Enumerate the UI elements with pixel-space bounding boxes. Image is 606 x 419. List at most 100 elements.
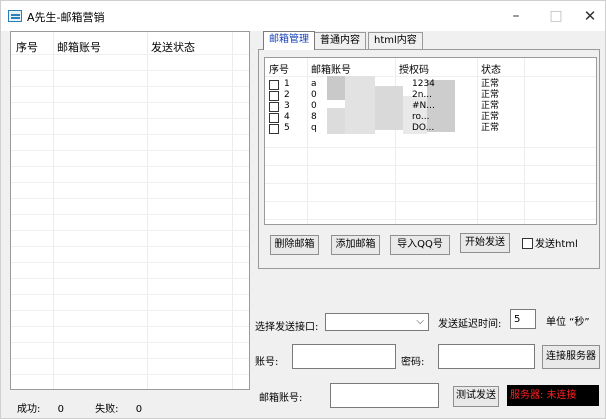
send-interface-select[interactable]: ⌵ xyxy=(325,313,429,331)
grid-row-line xyxy=(11,374,249,375)
server-status-label: 服务器: 未连接 xyxy=(507,385,599,406)
grid-row-line xyxy=(11,86,249,87)
row-auth-code: DO... xyxy=(412,123,435,133)
grid-row-line xyxy=(11,246,249,247)
connect-server-button[interactable]: 连接服务器 xyxy=(542,345,600,369)
row-status: 正常 xyxy=(481,123,500,133)
grid-row-line xyxy=(11,102,249,103)
row-index: 2 xyxy=(284,90,290,100)
grid-row-line xyxy=(11,214,249,215)
grid-row-line xyxy=(11,166,249,167)
grid-row-line xyxy=(11,230,249,231)
fail-value: 0 xyxy=(135,404,143,415)
tab-html-content[interactable]: html内容 xyxy=(368,32,423,50)
row-index: 5 xyxy=(284,123,290,133)
close-button[interactable]: ✕ xyxy=(573,5,605,27)
email-account-table[interactable]: 序号 邮箱账号 授权码 状态 1 a 1234 正常 2 0 2n... 正常 … xyxy=(264,57,597,225)
grid-row-line xyxy=(11,118,249,119)
grid-row-line xyxy=(11,262,249,263)
send-delay-input[interactable]: 5 xyxy=(510,309,536,329)
table-header-account[interactable]: 邮箱账号 xyxy=(311,61,351,76)
grid-row-line xyxy=(11,294,249,295)
grid-row-line xyxy=(11,326,249,327)
table-row[interactable]: 2 0 2n... 正常 xyxy=(265,90,596,101)
row-checkbox[interactable] xyxy=(269,91,279,101)
grid-row-line xyxy=(11,182,249,183)
password-input[interactable] xyxy=(438,344,535,369)
add-email-button[interactable]: 添加邮箱 xyxy=(331,235,380,255)
fail-count: 失败: 0 xyxy=(95,404,156,415)
table-row[interactable]: 3 0 #N... 正常 xyxy=(265,101,596,112)
grid-row-line xyxy=(265,201,596,202)
grid-row-line xyxy=(11,310,249,311)
send-html-label: 发送html xyxy=(535,239,578,250)
grid-row-line xyxy=(11,358,249,359)
table-row[interactable]: 4 8 ro... 正常 xyxy=(265,112,596,123)
send-html-checkbox[interactable]: 发送html xyxy=(522,238,578,251)
row-checkbox[interactable] xyxy=(269,113,279,123)
row-auth-code: #N... xyxy=(412,101,435,111)
import-qq-button[interactable]: 导入QQ号 xyxy=(390,235,450,255)
send-delay-label: 发送延迟时间: xyxy=(438,319,502,330)
row-index: 1 xyxy=(284,79,290,89)
maximize-button[interactable]: □ xyxy=(539,5,573,27)
password-label: 密码: xyxy=(401,357,425,368)
delete-email-button[interactable]: 删除邮箱 xyxy=(270,235,319,255)
window-title: A先生-邮箱营销 xyxy=(27,11,105,24)
table-header-index[interactable]: 序号 xyxy=(269,61,289,76)
grid-row-line xyxy=(11,70,249,71)
start-send-button[interactable]: 开始发送 xyxy=(460,233,510,253)
grid-row-line xyxy=(11,134,249,135)
column-header-index[interactable]: 序号 xyxy=(16,39,38,55)
row-checkbox[interactable] xyxy=(269,124,279,134)
row-status: 正常 xyxy=(481,90,500,100)
tab-mailbox-management[interactable]: 邮箱管理 xyxy=(263,31,315,50)
row-auth-code: 1234 xyxy=(412,79,435,89)
row-status: 正常 xyxy=(481,112,500,122)
row-status: 正常 xyxy=(481,101,500,111)
minimize-button[interactable]: – xyxy=(499,5,533,27)
account-input[interactable] xyxy=(292,344,396,369)
row-auth-code: 2n... xyxy=(412,90,433,100)
test-send-button[interactable]: 测试发送 xyxy=(453,386,499,407)
checkbox-box[interactable] xyxy=(522,238,533,249)
grid-row-line xyxy=(11,54,249,55)
tab-plain-content[interactable]: 普通内容 xyxy=(314,32,366,50)
row-auth-code: ro... xyxy=(412,112,430,122)
column-header-email[interactable]: 邮箱账号 xyxy=(57,39,101,55)
table-header-auth-code[interactable]: 授权码 xyxy=(399,61,429,76)
grid-row-line xyxy=(265,165,596,166)
row-checkbox[interactable] xyxy=(269,80,279,90)
email-account-label: 邮箱账号: xyxy=(259,393,303,404)
row-status: 正常 xyxy=(481,79,500,89)
grid-row-line xyxy=(265,219,596,220)
test-email-input[interactable] xyxy=(330,383,439,408)
unit-label: 单位 “秒” xyxy=(546,317,590,328)
grid-row-line xyxy=(11,278,249,279)
grid-row-line xyxy=(11,342,249,343)
chevron-down-icon[interactable]: ⌵ xyxy=(416,314,424,330)
row-index: 4 xyxy=(284,112,290,122)
row-account: 0 xyxy=(311,90,317,100)
grid-row-line xyxy=(11,198,249,199)
send-status-list[interactable]: 序号 邮箱账号 发送状态 xyxy=(10,31,250,390)
row-checkbox[interactable] xyxy=(269,102,279,112)
column-header-status[interactable]: 发送状态 xyxy=(151,39,195,55)
table-header-status[interactable]: 状态 xyxy=(481,61,501,76)
success-count: 成功: 0 xyxy=(17,404,78,415)
table-row[interactable]: 5 q DO... 正常 xyxy=(265,123,596,134)
app-logo-icon xyxy=(8,10,22,22)
row-account: a xyxy=(311,79,317,89)
table-row[interactable]: 1 a 1234 正常 xyxy=(265,79,596,90)
fail-label: 失败: xyxy=(95,404,119,415)
row-index: 3 xyxy=(284,101,290,111)
main-window: A先生-邮箱营销 – □ ✕ 序号 邮箱账号 发送状态 成功: 0 失败: 0 … xyxy=(0,0,606,419)
grid-row-line xyxy=(265,147,596,148)
grid-row-line xyxy=(265,183,596,184)
success-label: 成功: xyxy=(17,404,41,415)
grid-row-line xyxy=(265,76,596,77)
title-bar: A先生-邮箱营销 – □ ✕ xyxy=(1,1,605,31)
row-account: 0 xyxy=(311,101,317,111)
grid-row-line xyxy=(11,150,249,151)
row-account: q xyxy=(311,123,317,133)
